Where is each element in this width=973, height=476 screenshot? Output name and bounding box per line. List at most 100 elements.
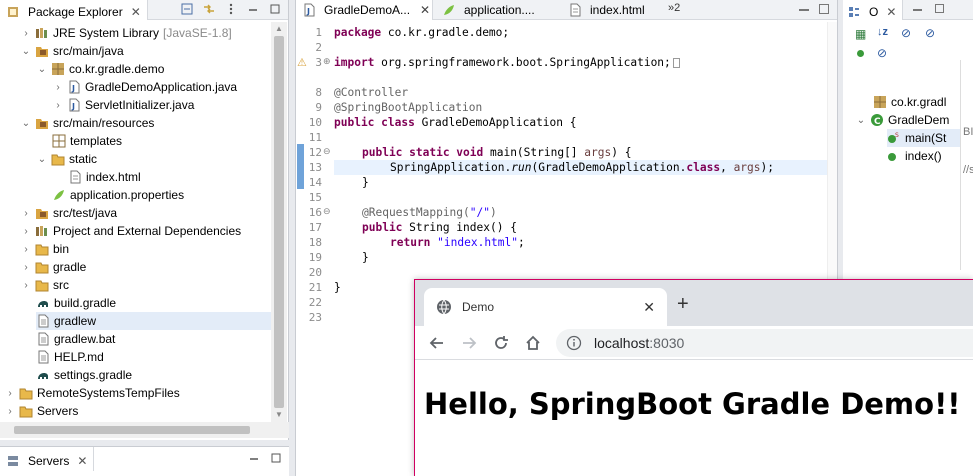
scroll-down-icon[interactable]: ▼ bbox=[275, 410, 283, 419]
fold-collapse-icon[interactable]: ⊖ bbox=[323, 205, 331, 220]
tree-item[interactable]: index.html bbox=[68, 168, 141, 186]
expand-arrow-icon[interactable]: › bbox=[20, 208, 32, 219]
scroll-up-icon[interactable]: ▲ bbox=[275, 24, 283, 33]
collapse-all-icon[interactable] bbox=[180, 2, 194, 16]
hide-local-types-icon[interactable]: ⊘ bbox=[877, 46, 887, 60]
tree-item[interactable]: › J GradleDemoApplication.java bbox=[52, 78, 237, 96]
close-icon[interactable]: ✕ bbox=[420, 3, 430, 17]
scroll-thumb[interactable] bbox=[14, 426, 250, 434]
fold-expand-icon[interactable]: ⊕ bbox=[323, 55, 331, 70]
tree-item[interactable]: › src bbox=[20, 276, 69, 294]
expand-arrow-icon[interactable]: › bbox=[4, 406, 16, 417]
minimize-icon[interactable] bbox=[799, 9, 809, 11]
editor-tab-application-properties[interactable]: application.... bbox=[436, 0, 562, 20]
package-icon bbox=[873, 95, 887, 109]
annotation: @Controller bbox=[334, 86, 409, 99]
close-icon[interactable]: ✕ bbox=[131, 5, 141, 19]
hide-non-public-icon[interactable]: ⊘ bbox=[925, 26, 935, 40]
tree-item[interactable]: settings.gradle bbox=[36, 366, 132, 384]
servers-title: Servers bbox=[28, 453, 70, 468]
close-icon[interactable]: ✕ bbox=[77, 454, 87, 468]
servers-tab[interactable]: Servers ✕ bbox=[0, 447, 95, 471]
tree-item[interactable]: › JRE System Library [JavaSE-1.8] bbox=[20, 24, 231, 42]
hide-fields-icon[interactable]: ▦ bbox=[855, 27, 866, 41]
expand-arrow-icon[interactable]: › bbox=[20, 28, 32, 39]
close-tab-icon[interactable]: ✕ bbox=[643, 299, 655, 316]
new-tab-button[interactable]: + bbox=[677, 294, 689, 314]
tree-item[interactable]: › RemoteSystemsTempFiles bbox=[4, 384, 179, 402]
tree-item[interactable]: ⌄ src/main/resources bbox=[20, 114, 155, 132]
tree-item[interactable]: ⌄ src/main/java bbox=[20, 42, 124, 60]
maximize-icon[interactable] bbox=[268, 2, 282, 16]
expand-arrow-icon[interactable]: › bbox=[20, 262, 32, 273]
fold-collapse-icon[interactable]: ⊖ bbox=[323, 145, 331, 160]
tree-item[interactable]: ⌄ static bbox=[36, 150, 97, 168]
gradle-file-icon bbox=[36, 296, 50, 310]
forward-icon[interactable] bbox=[459, 333, 479, 353]
minimize-icon[interactable] bbox=[246, 2, 260, 16]
outline-item-index[interactable]: index() bbox=[887, 147, 942, 165]
reload-icon[interactable] bbox=[491, 333, 511, 353]
tree-item[interactable]: › src/test/java bbox=[20, 204, 117, 222]
expand-arrow-icon[interactable]: › bbox=[20, 226, 32, 237]
warning-icon[interactable]: ⚠ bbox=[297, 56, 307, 69]
editor-tab-index-html[interactable]: index.html bbox=[562, 0, 666, 20]
browser-tab-demo[interactable]: Demo ✕ bbox=[424, 288, 667, 326]
globe-icon bbox=[436, 299, 452, 315]
address-bar[interactable]: localhost:8030 bbox=[556, 329, 973, 357]
chevron-down-icon[interactable]: ⌄ bbox=[36, 64, 48, 75]
tree-item[interactable]: templates bbox=[52, 132, 122, 150]
folded-imports-icon[interactable] bbox=[672, 58, 680, 68]
chevron-down-icon[interactable]: ⌄ bbox=[20, 46, 32, 57]
minimize-icon[interactable] bbox=[247, 451, 261, 465]
tree-item[interactable]: › J ServletInitializer.java bbox=[52, 96, 194, 114]
chevron-down-icon[interactable]: ⌄ bbox=[855, 115, 867, 126]
back-icon[interactable] bbox=[427, 333, 447, 353]
expand-arrow-icon[interactable]: › bbox=[4, 388, 16, 399]
expand-arrow-icon[interactable]: › bbox=[20, 244, 32, 255]
tree-item-selected[interactable]: gradlew bbox=[36, 312, 272, 330]
string-literal: "/" bbox=[469, 206, 490, 219]
expand-arrow-icon[interactable]: › bbox=[20, 280, 32, 291]
maximize-icon[interactable] bbox=[269, 451, 283, 465]
tree-item[interactable]: › Servers bbox=[4, 402, 78, 420]
chevron-down-icon[interactable]: ⌄ bbox=[36, 154, 48, 165]
close-icon[interactable]: ✕ bbox=[886, 5, 896, 19]
tree-item[interactable]: gradlew.bat bbox=[36, 330, 115, 348]
tree-item[interactable]: ⌄ co.kr.gradle.demo bbox=[36, 60, 165, 78]
home-icon[interactable] bbox=[523, 333, 543, 353]
hide-static-icon[interactable]: ⊘ bbox=[901, 26, 911, 40]
tree-item[interactable]: build.gradle bbox=[36, 294, 116, 312]
chevron-down-icon[interactable]: ⌄ bbox=[20, 118, 32, 129]
scroll-thumb[interactable] bbox=[274, 36, 284, 408]
maximize-icon[interactable] bbox=[935, 4, 944, 13]
tree-item[interactable]: › bin bbox=[20, 240, 69, 258]
html-file-icon bbox=[68, 170, 82, 184]
folder-icon bbox=[51, 152, 65, 166]
tree-item[interactable]: application.properties bbox=[52, 186, 184, 204]
library-icon bbox=[35, 26, 49, 40]
view-menu-icon[interactable] bbox=[224, 2, 238, 16]
outline-tab[interactable]: O ✕ bbox=[843, 0, 904, 20]
site-info-icon[interactable] bbox=[566, 335, 582, 351]
public-method-icon bbox=[887, 149, 901, 163]
tree-item[interactable]: › Project and External Dependencies bbox=[20, 222, 241, 240]
tree-item[interactable]: HELP.md bbox=[36, 348, 104, 366]
horizontal-scrollbar[interactable] bbox=[0, 422, 289, 438]
outline-item-class[interactable]: ⌄ C GradleDem bbox=[855, 111, 950, 129]
package-explorer-tab[interactable]: Package Explorer ✕ bbox=[0, 0, 148, 20]
outline-item-package[interactable]: co.kr.gradl bbox=[873, 93, 946, 111]
vertical-scrollbar[interactable]: ▲ ▼ bbox=[271, 22, 287, 422]
tree-item[interactable]: › gradle bbox=[20, 258, 86, 276]
minimize-icon[interactable] bbox=[913, 9, 922, 11]
expand-arrow-icon[interactable]: › bbox=[52, 82, 64, 93]
sort-icon[interactable]: ↓z bbox=[877, 26, 888, 38]
link-with-editor-icon[interactable] bbox=[202, 2, 216, 16]
tab-overflow-button[interactable]: »2 bbox=[668, 2, 680, 14]
source-folder-icon bbox=[35, 44, 49, 58]
maximize-icon[interactable] bbox=[819, 4, 829, 14]
public-member-icon[interactable] bbox=[857, 50, 864, 57]
expand-arrow-icon[interactable]: › bbox=[52, 100, 64, 111]
editor-tab-gradle-demo-application[interactable]: J GradleDemoA... ✕ bbox=[296, 0, 433, 20]
public-method-icon: S bbox=[887, 131, 901, 145]
